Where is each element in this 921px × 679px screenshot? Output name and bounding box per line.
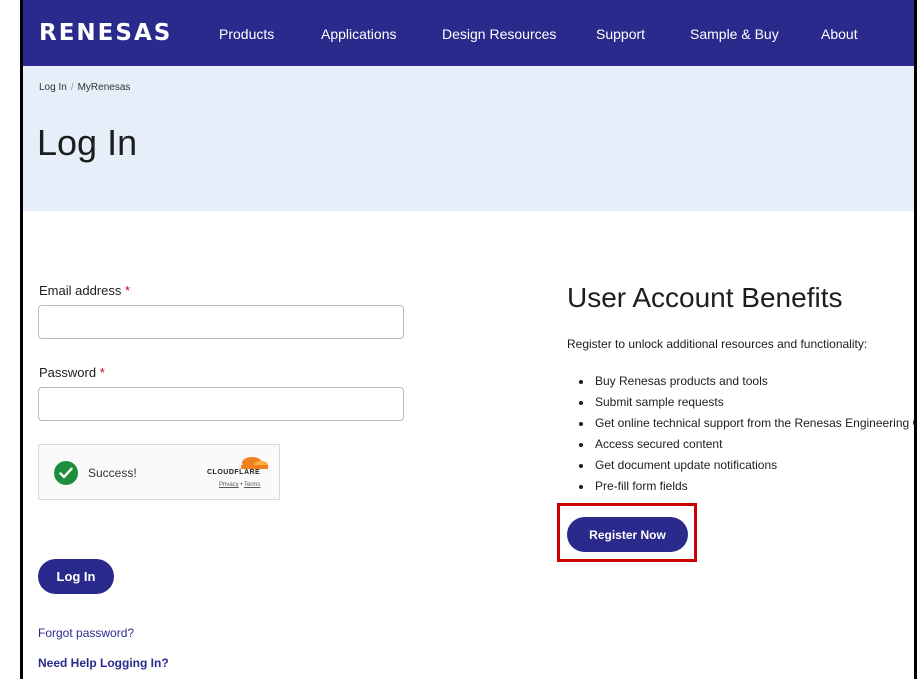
benefits-heading: User Account Benefits (567, 282, 843, 313)
list-item: Access secured content (593, 434, 914, 455)
nav-support[interactable]: Support (596, 26, 645, 42)
cloudflare-cloud-icon (241, 457, 268, 469)
list-item: Get online technical support from the Re… (593, 413, 914, 434)
password-label-text: Password (39, 365, 97, 380)
need-help-link[interactable]: Need Help Logging In? (38, 656, 169, 670)
password-label: Password * (39, 365, 105, 380)
email-label-text: Email address (39, 283, 122, 298)
benefits-list: Buy Renesas products and tools Submit sa… (567, 371, 914, 497)
nav-about[interactable]: About (821, 26, 858, 42)
list-item: Submit sample requests (593, 392, 914, 413)
list-item: Get document update notifications (593, 455, 914, 476)
renesas-logo[interactable]: RENESAS (39, 20, 172, 46)
list-item: Buy Renesas products and tools (593, 371, 914, 392)
captcha-privacy-link[interactable]: Privacy (219, 482, 239, 488)
password-field[interactable] (38, 387, 404, 421)
nav-applications[interactable]: Applications (321, 26, 397, 42)
nav-products[interactable]: Products (219, 26, 274, 42)
login-button[interactable]: Log In (38, 559, 114, 594)
required-marker: * (125, 283, 131, 298)
benefits-subtitle: Register to unlock additional resources … (567, 337, 868, 351)
checkmark-icon (59, 467, 73, 479)
cloudflare-logo-text: CLOUDFLARE (207, 469, 261, 476)
captcha-links: Privacy • Terms (219, 482, 261, 488)
cloudflare-captcha[interactable]: Success! CLOUDFLARE Privacy • Terms (38, 444, 280, 500)
captcha-status: Success! (88, 466, 137, 480)
email-label: Email address * (39, 283, 130, 298)
browser-viewport: RENESAS Products Applications Design Res… (20, 0, 917, 679)
breadcrumb: Log In / MyRenesas (39, 82, 130, 93)
breadcrumb-item-myrenesas[interactable]: MyRenesas (78, 82, 131, 93)
list-item: Pre-fill form fields (593, 476, 914, 497)
check-circle-icon (54, 461, 78, 485)
top-navigation: RENESAS Products Applications Design Res… (23, 0, 914, 66)
breadcrumb-separator: / (70, 82, 74, 93)
forgot-password-link[interactable]: Forgot password? (38, 626, 134, 640)
nav-design-resources[interactable]: Design Resources (442, 26, 556, 42)
register-now-button[interactable]: Register Now (567, 517, 688, 552)
page-title: Log In (37, 122, 138, 163)
page-header-banner: Log In / MyRenesas Log In (23, 66, 914, 211)
nav-sample-buy[interactable]: Sample & Buy (690, 26, 779, 42)
captcha-terms-link[interactable]: Terms (244, 482, 260, 488)
required-marker: * (99, 365, 105, 380)
breadcrumb-item-login[interactable]: Log In (39, 82, 67, 93)
email-field[interactable] (38, 305, 404, 339)
